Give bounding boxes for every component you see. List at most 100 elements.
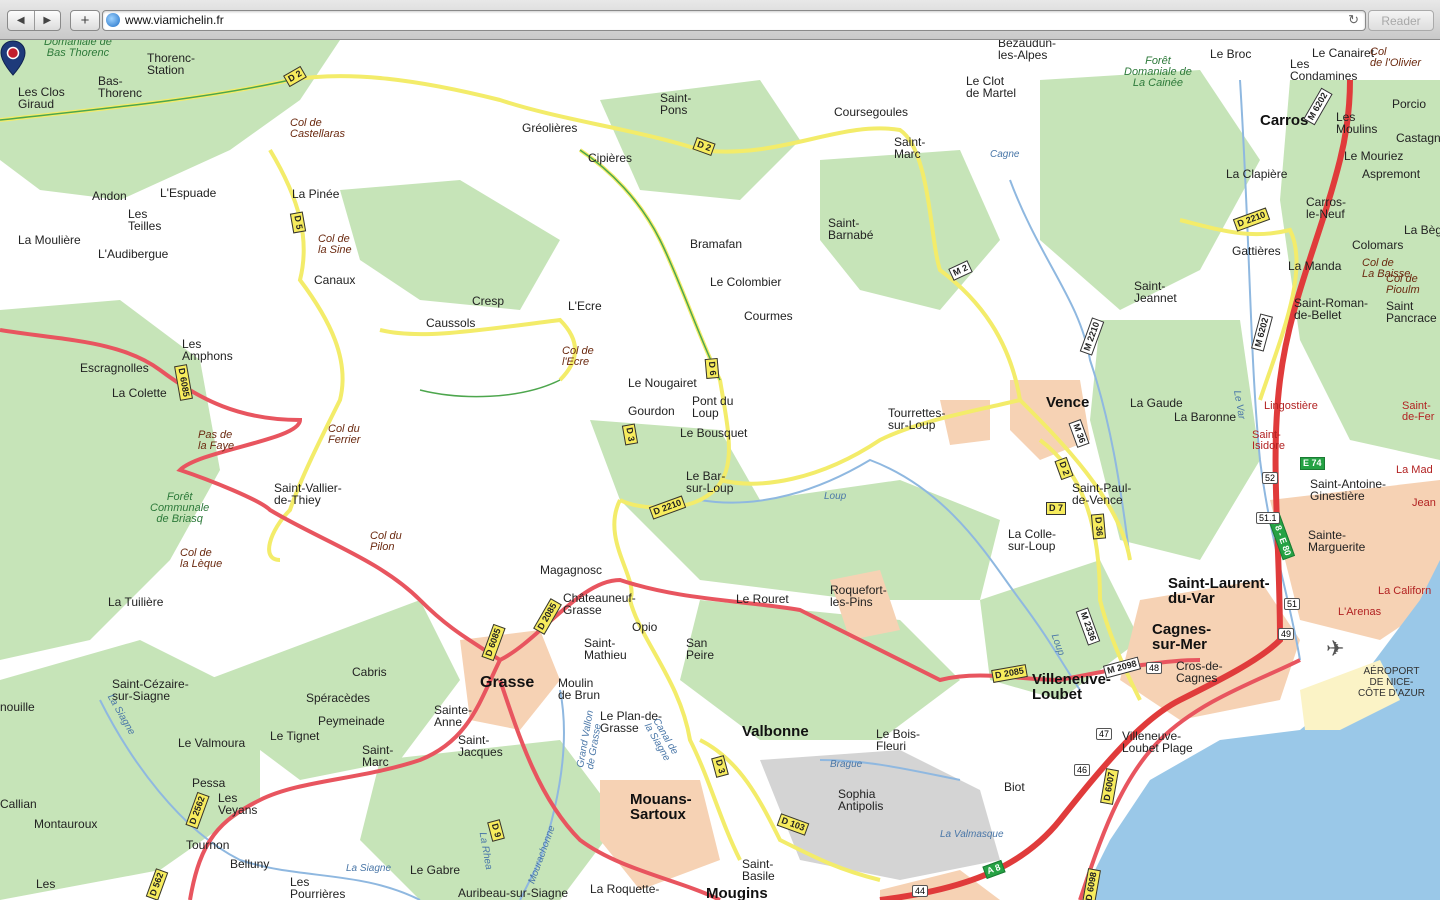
town-label-saint-marc-bottom: Saint- Marc — [362, 743, 394, 769]
pass-label-la-leque: Col de la Lèque — [180, 547, 223, 570]
town-label-lecre: L'Ecre — [568, 299, 602, 313]
airport-label: AÉROPORT DE NICE- CÔTE D'AZUR — [1358, 666, 1425, 699]
town-label-la-roquette: La Roquette- — [590, 882, 660, 896]
forward-arrow-icon: ▶ — [43, 15, 52, 26]
town-label-le-mouriez: Le Mouriez — [1344, 149, 1404, 163]
forward-button[interactable]: ▶ — [33, 11, 61, 30]
town-label-opio: Opio — [632, 620, 658, 634]
place-label-larenas: L'Arenas — [1338, 606, 1382, 618]
town-label-le-rouret: Le Rouret — [736, 592, 789, 606]
town-label-valbonne: Valbonne — [742, 723, 809, 740]
town-label-la-tuiliere: La Tuilière — [108, 595, 164, 609]
town-label-castagn: Castagn — [1396, 131, 1440, 145]
town-label-les-veyans: Les Veyans — [218, 791, 258, 817]
pass-label-lecre: Col de l'Ecre — [562, 345, 594, 368]
town-label-aspremont: Aspremont — [1362, 167, 1421, 181]
town-label-laudibergue: L'Audibergue — [98, 247, 169, 261]
nav-buttons: ◀ ▶ — [7, 10, 61, 31]
river-label-cagne: Cagne — [990, 149, 1020, 160]
exit-label: 52 — [1262, 472, 1279, 484]
road-label-e74: E 74 — [1300, 457, 1325, 470]
town-label-la-colette: La Colette — [112, 386, 167, 400]
town-label-chateauneuf: Châteauneuf- Grasse — [563, 591, 636, 617]
forest-label-briasq: Forêt Communale de Briasq — [150, 491, 210, 525]
airport-plane-icon: ✈ — [1326, 636, 1345, 661]
town-label-les-moulins: Les Moulins — [1336, 110, 1378, 136]
town-label-tournon: Tournon — [186, 838, 230, 852]
pass-label-pilon: Col du Pilon — [370, 530, 402, 553]
town-label-saint-basile: Saint- Basile — [742, 857, 775, 883]
exit-label: 48 — [1146, 662, 1163, 674]
town-label-cagnes: Cagnes-sur-Mer — [1152, 621, 1212, 653]
river-label-valmasque: La Valmasque — [940, 829, 1004, 840]
town-label-les-pourrieres: Les Pourrières — [290, 875, 346, 900]
town-label-saint-cezaire: Saint-Cézaire-sur-Siagne — [112, 677, 189, 703]
town-label-gattieres: Gattières — [1232, 244, 1281, 258]
reload-icon[interactable]: ↻ — [1348, 12, 1359, 28]
town-label-la-colle: La Colle-sur-Loup — [1008, 527, 1057, 553]
road-label-d6: D 6 — [704, 357, 720, 380]
town-label-le-valmoura: Le Valmoura — [178, 736, 246, 750]
town-label-la-clapiere: La Clapière — [1226, 167, 1288, 181]
map-canvas[interactable]: Domaniale de Bas Thorenc Thorenc- Station … — [0, 40, 1440, 900]
town-label-cabris: Cabris — [352, 665, 387, 679]
town-label-tourrettes: Tourrettes-sur-Loup — [888, 406, 946, 432]
town-label-saint-jacques: Saint- Jacques — [458, 733, 503, 759]
place-label-lingostiere: Lingostière — [1264, 400, 1318, 412]
town-label-montauroux: Montauroux — [34, 817, 98, 831]
town-label-mouans-sartoux: Mouans- Sartoux — [630, 791, 692, 823]
town-label-speracedes: Spéracèdes — [306, 691, 371, 705]
town-label-pessa: Pessa — [192, 776, 226, 790]
town-label-caussols: Caussols — [426, 316, 476, 330]
town-label-le-broc: Le Broc — [1210, 47, 1252, 61]
exit-label: 46 — [1074, 764, 1091, 776]
town-label-le-clot: Le Clot de Martel — [966, 74, 1017, 100]
add-bookmark-button[interactable]: + — [70, 10, 100, 31]
map-pin-icon[interactable] — [0, 40, 26, 76]
town-label-auribeau: Auribeau-sur-Siagne — [458, 886, 569, 900]
town-label-les-clos: Les Clos Giraud — [18, 85, 65, 111]
town-label-carros: Carros — [1260, 112, 1309, 129]
town-label-saint-pons: Saint- Pons — [660, 91, 692, 117]
town-label-lespuade: L'Espuade — [160, 186, 217, 200]
town-label-saint-jeannet: Saint- Jeannet — [1134, 279, 1177, 305]
town-label-pont-du-loup: Pont du Loup — [692, 394, 734, 420]
town-label-andon: Andon — [92, 189, 127, 203]
town-label-les-amphons: Les Amphons — [182, 337, 233, 363]
url-text[interactable]: www.viamichelin.fr — [125, 13, 224, 27]
town-label-saint-mathieu: Saint- Mathieu — [584, 636, 627, 662]
place-label-jean: Jean — [1412, 497, 1436, 509]
road-label-d7: D 7 — [1046, 502, 1067, 515]
town-label-bramafan: Bramafan — [690, 237, 743, 251]
reader-button[interactable]: Reader — [1368, 10, 1434, 31]
town-label-saint-paul: Saint-Paul-de-Vence — [1072, 481, 1132, 507]
town-label-sophia: Sophia Antipolis — [838, 787, 884, 813]
town-label-biot: Biot — [1004, 780, 1025, 794]
town-label-saint-barnabe: Saint- Barnabé — [828, 216, 874, 242]
town-label-le-tignet: Le Tignet — [270, 729, 320, 743]
town-label-la-manda: La Manda — [1288, 259, 1342, 273]
exit-label: 51 — [1284, 598, 1301, 610]
town-label-les-condamines: Les Condamines — [1290, 57, 1358, 83]
town-label-grasse: Grasse — [480, 674, 535, 691]
town-label-sainte-anne: Sainte- Anne — [434, 703, 473, 729]
town-label-le-bousquet: Le Bousquet — [680, 426, 748, 440]
town-label-saint-pancrace: Saint Pancrace — [1386, 299, 1437, 325]
pass-label-olivier: Col de l'Olivier — [1370, 46, 1422, 69]
town-label-les-teilles: Les Teilles — [128, 207, 162, 233]
pass-label-la-sine: Col de la Sine — [318, 233, 352, 256]
place-label-saint-ferreol: Saint-de-Fer — [1402, 400, 1435, 423]
town-label-escragnolles: Escragnolles — [80, 361, 149, 375]
town-label-saint-marc-top: Saint- Marc — [894, 135, 926, 161]
town-label-cros-de-cagnes: Cros-de- Cagnes — [1176, 659, 1223, 685]
back-button[interactable]: ◀ — [8, 11, 34, 30]
town-label-magagnosc: Magagnosc — [540, 563, 603, 577]
town-label-saint-antoine: Saint-Antoine- Ginestière — [1310, 477, 1387, 503]
pass-label-ferrier: Col du Ferrier — [328, 423, 361, 446]
town-label-san-peire: San Peire — [686, 636, 715, 662]
exit-label: 51.1 — [1256, 512, 1280, 524]
place-label-la-californie: La Californ — [1378, 585, 1432, 597]
address-bar[interactable]: www.viamichelin.fr ↻ — [102, 10, 1366, 31]
town-label-le-nougairet: Le Nougairet — [628, 376, 697, 390]
town-label-canaux: Canaux — [314, 273, 356, 287]
